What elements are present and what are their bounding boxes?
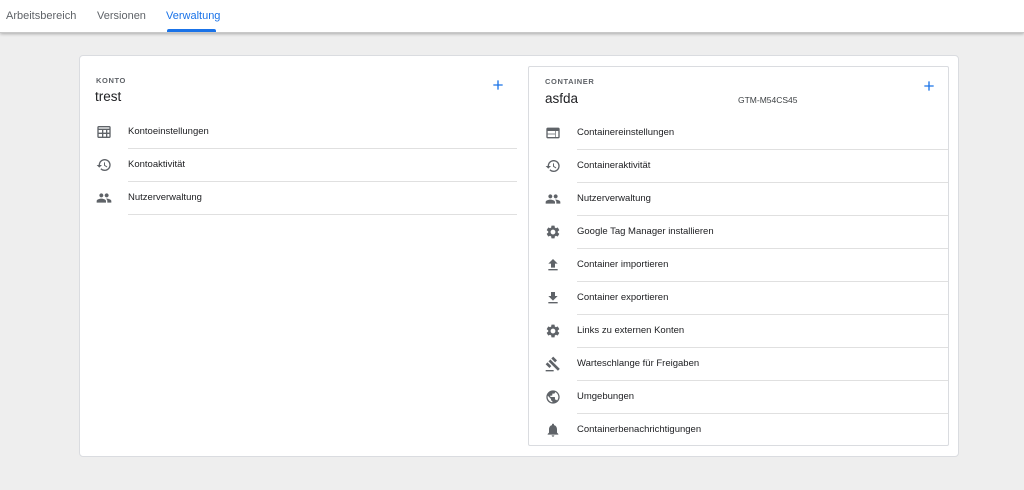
people-icon — [545, 191, 561, 207]
container-notifications-item[interactable]: Containerbenachrichtigungen — [529, 414, 948, 447]
menu-item-label: Warteschlange für Freigaben — [577, 358, 699, 369]
table-icon — [96, 124, 112, 140]
import-container-item[interactable]: Container importieren — [529, 249, 948, 282]
plus-icon — [921, 78, 937, 94]
account-user-management-item[interactable]: Nutzerverwaltung — [80, 182, 517, 215]
plus-icon — [490, 77, 506, 93]
external-links-item[interactable]: Links zu externen Konten — [529, 315, 948, 348]
menu-item-label: Umgebungen — [577, 391, 634, 402]
add-container-button[interactable] — [921, 78, 937, 94]
account-settings-item[interactable]: Kontoeinstellungen — [80, 116, 517, 149]
bell-icon — [545, 422, 561, 438]
account-activity-item[interactable]: Kontoaktivität — [80, 149, 517, 182]
account-name: trest — [95, 89, 121, 104]
history-icon — [545, 158, 561, 174]
menu-item-label: Links zu externen Konten — [577, 325, 684, 336]
tab-arbeitsbereich[interactable]: Arbeitsbereich — [6, 10, 76, 22]
environments-item[interactable]: Umgebungen — [529, 381, 948, 414]
export-container-item[interactable]: Container exportieren — [529, 282, 948, 315]
container-activity-item[interactable]: Containeraktivität — [529, 150, 948, 183]
menu-item-label: Containereinstellungen — [577, 127, 674, 138]
web-icon — [545, 125, 561, 141]
admin-panel: KONTO trest Kontoeinstellungen Kontoakti… — [79, 55, 959, 457]
menu-item-label: Containerbenachrichtigungen — [577, 424, 701, 435]
container-id: GTM-M54CS45 — [738, 95, 798, 105]
download-icon — [545, 290, 561, 306]
menu-item-label: Nutzerverwaltung — [577, 193, 651, 204]
menu-item-label: Container importieren — [577, 259, 668, 270]
menu-item-label: Container exportieren — [577, 292, 668, 303]
add-account-button[interactable] — [490, 77, 506, 93]
tab-verwaltung[interactable]: Verwaltung — [166, 10, 220, 22]
gear-icon — [545, 323, 561, 339]
container-settings-item[interactable]: Containereinstellungen — [529, 117, 948, 150]
menu-item-label: Kontoeinstellungen — [128, 126, 209, 137]
menu-item-label: Containeraktivität — [577, 160, 650, 171]
menu-item-label: Nutzerverwaltung — [128, 192, 202, 203]
divider — [128, 214, 517, 215]
container-menu-list: Containereinstellungen Containeraktivitä… — [529, 117, 948, 447]
history-icon — [96, 157, 112, 173]
gavel-icon — [545, 356, 561, 372]
people-icon — [96, 190, 112, 206]
account-section-label: KONTO — [96, 76, 126, 85]
container-card: CONTAINER asfda GTM-M54CS45 Containerein… — [528, 66, 949, 446]
menu-item-label: Google Tag Manager installieren — [577, 226, 714, 237]
container-section-label: CONTAINER — [545, 77, 594, 86]
install-gtm-item[interactable]: Google Tag Manager installieren — [529, 216, 948, 249]
approval-queue-item[interactable]: Warteschlange für Freigaben — [529, 348, 948, 381]
tab-versionen[interactable]: Versionen — [97, 10, 146, 22]
active-tab-indicator — [167, 29, 216, 32]
top-nav-bar: Arbeitsbereich Versionen Verwaltung — [0, 0, 1024, 33]
menu-item-label: Kontoaktivität — [128, 159, 185, 170]
globe-icon — [545, 389, 561, 405]
account-menu-list: Kontoeinstellungen Kontoaktivität Nutzer… — [80, 116, 517, 215]
gear-icon — [545, 224, 561, 240]
upload-icon — [545, 257, 561, 273]
container-user-management-item[interactable]: Nutzerverwaltung — [529, 183, 948, 216]
container-name: asfda — [545, 91, 578, 106]
